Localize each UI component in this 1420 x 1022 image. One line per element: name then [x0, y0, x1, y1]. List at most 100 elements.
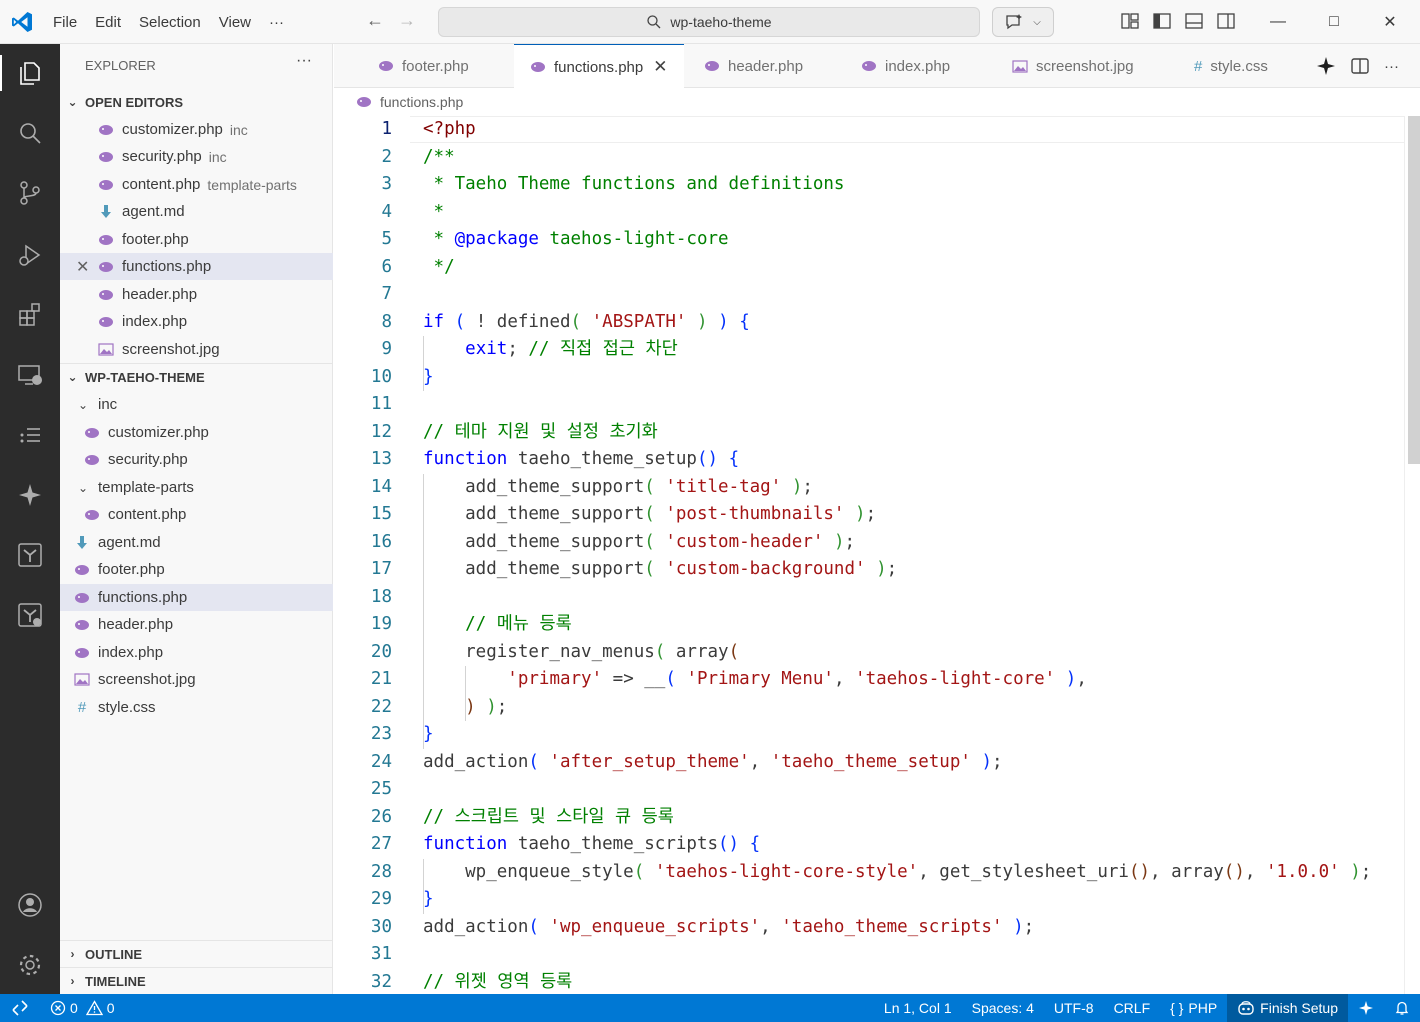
menu-view[interactable]: View	[210, 14, 260, 31]
tab-index[interactable]: index.php	[861, 44, 950, 88]
extensions-icon[interactable]	[0, 291, 60, 339]
code-line[interactable]: 20 register_nav_menus( array(	[334, 639, 1404, 667]
search-icon[interactable]	[0, 109, 60, 157]
tree-file-content[interactable]: content.php	[60, 501, 333, 528]
folder-template-parts[interactable]: ⌄ template-parts	[60, 474, 333, 501]
remote-explorer-icon[interactable]	[0, 351, 60, 399]
tree-file-screenshot[interactable]: screenshot.jpg	[60, 666, 333, 693]
code-line[interactable]: 19 // 메뉴 등록	[334, 611, 1404, 639]
open-editor-item[interactable]: footer.php	[60, 226, 333, 253]
split-editor-icon[interactable]	[1350, 56, 1370, 76]
tab-footer[interactable]: footer.php	[378, 44, 469, 88]
code-line[interactable]: 5 * @package taehos-light-core	[334, 226, 1404, 254]
code-line[interactable]: 14 add_theme_support( 'title-tag' );	[334, 474, 1404, 502]
tree-file-index[interactable]: index.php	[60, 639, 333, 666]
settings-gear-icon[interactable]	[0, 941, 60, 989]
open-editor-item[interactable]: header.php	[60, 281, 333, 308]
open-editor-item[interactable]: agent.md	[60, 198, 333, 225]
code-line[interactable]: 8 if ( ! defined( 'ABSPATH' ) ) {	[334, 309, 1404, 337]
workspace-extension-2-icon[interactable]	[0, 591, 60, 639]
tree-file-customizer[interactable]: customizer.php	[60, 419, 333, 446]
encoding[interactable]: UTF-8	[1044, 1000, 1104, 1016]
close-window-icon[interactable]: ✕	[1362, 0, 1418, 44]
code-line[interactable]: 13 function taeho_theme_setup() {	[334, 446, 1404, 474]
tab-style[interactable]: # style.css	[1194, 44, 1268, 88]
open-editor-item-active[interactable]: ✕ functions.php	[60, 253, 333, 280]
remote-indicator-icon[interactable]	[0, 994, 40, 1022]
toggle-secondary-sidebar-icon[interactable]	[1216, 11, 1236, 31]
copilot-status-sparkle-icon[interactable]	[1348, 1000, 1384, 1016]
code-line[interactable]: 16 add_theme_support( 'custom-header' );	[334, 529, 1404, 557]
tab-header[interactable]: header.php	[704, 44, 803, 88]
cursor-position[interactable]: Ln 1, Col 1	[874, 1000, 962, 1016]
timeline-header[interactable]: › TIMELINE	[60, 968, 333, 994]
code-line[interactable]: 23}	[334, 721, 1404, 749]
minimize-icon[interactable]: —	[1250, 0, 1306, 44]
tree-file-functions[interactable]: functions.php	[60, 584, 333, 611]
more-actions-icon[interactable]: ···	[1384, 58, 1399, 75]
line-ending[interactable]: CRLF	[1104, 1000, 1161, 1016]
notifications-bell-icon[interactable]	[1384, 1000, 1420, 1016]
open-editor-item[interactable]: index.php	[60, 308, 333, 335]
code-line[interactable]: 32 // 위젯 영역 등록	[334, 969, 1404, 995]
breadcrumb-file[interactable]: functions.php	[380, 94, 463, 110]
toggle-primary-sidebar-icon[interactable]	[1152, 11, 1172, 31]
code-line[interactable]: 22 ) );	[334, 694, 1404, 722]
scrollbar-thumb[interactable]	[1408, 116, 1420, 464]
close-icon[interactable]: ✕	[653, 57, 667, 77]
copilot-sparkle-icon[interactable]	[0, 471, 60, 519]
breadcrumb[interactable]: functions.php	[334, 88, 1420, 116]
code-line[interactable]: 29}	[334, 886, 1404, 914]
open-editor-item[interactable]: content.php template-parts	[60, 171, 333, 198]
finish-setup-button[interactable]: Finish Setup	[1227, 994, 1348, 1022]
testing-list-icon[interactable]	[0, 411, 60, 459]
code-line[interactable]: 30 add_action( 'wp_enqueue_scripts', 'tae…	[334, 914, 1404, 942]
code-line[interactable]: 25	[334, 776, 1404, 804]
open-editor-item[interactable]: screenshot.jpg	[60, 336, 333, 363]
code-line[interactable]: 3 * Taeho Theme functions and definition…	[334, 171, 1404, 199]
outline-header[interactable]: › OUTLINE	[60, 941, 333, 967]
open-editor-item[interactable]: customizer.php inc	[60, 116, 333, 143]
code-line[interactable]: 4 *	[334, 199, 1404, 227]
code-line[interactable]: 1 <?php	[334, 116, 1404, 144]
tree-file-agent[interactable]: agent.md	[60, 529, 333, 556]
code-line[interactable]: 18	[334, 584, 1404, 612]
close-icon[interactable]: ✕	[76, 257, 89, 277]
code-line[interactable]: 17 add_theme_support( 'custom-background…	[334, 556, 1404, 584]
code-line[interactable]: 21 'primary' => __( 'Primary Menu', 'tae…	[334, 666, 1404, 694]
code-line[interactable]: 24 add_action( 'after_setup_theme', 'taeh…	[334, 749, 1404, 777]
indentation[interactable]: Spaces: 4	[962, 1000, 1044, 1016]
menu-edit[interactable]: Edit	[86, 14, 130, 31]
workspace-folder-header[interactable]: ⌄ WP-TAEHO-THEME	[60, 364, 333, 390]
folder-inc[interactable]: ⌄ inc	[60, 391, 333, 418]
code-line[interactable]: 31	[334, 941, 1404, 969]
open-editors-header[interactable]: ⌄ OPEN EDITORS	[60, 89, 333, 115]
toggle-panel-icon[interactable]	[1184, 11, 1204, 31]
account-icon[interactable]	[0, 881, 60, 929]
tree-file-header[interactable]: header.php	[60, 611, 333, 638]
code-line[interactable]: 9 exit; // 직접 접근 차단	[334, 336, 1404, 364]
code-line[interactable]: 11	[334, 391, 1404, 419]
code-line[interactable]: 7	[334, 281, 1404, 309]
tab-screenshot[interactable]: screenshot.jpg	[1012, 44, 1134, 88]
code-line[interactable]: 15 add_theme_support( 'post-thumbnails' …	[334, 501, 1404, 529]
tree-file-security[interactable]: security.php	[60, 446, 333, 473]
menu-file[interactable]: File	[44, 14, 86, 31]
code-line[interactable]: 6 */	[334, 254, 1404, 282]
customize-layout-icon[interactable]	[1120, 11, 1140, 31]
code-line[interactable]: 27 function taeho_theme_scripts() {	[334, 831, 1404, 859]
language-mode[interactable]: { } PHP	[1160, 1000, 1227, 1016]
code-line[interactable]: 10}	[334, 364, 1404, 392]
open-editor-item[interactable]: security.php inc	[60, 143, 333, 170]
forward-arrow-icon[interactable]: →	[398, 10, 416, 31]
source-control-icon[interactable]	[0, 169, 60, 217]
back-arrow-icon[interactable]: ←	[366, 10, 384, 31]
code-line[interactable]: 28 wp_enqueue_style( 'taehos-light-core-…	[334, 859, 1404, 887]
problems-indicator[interactable]: 0 0	[50, 1000, 115, 1016]
workspace-extension-icon[interactable]	[0, 531, 60, 579]
code-line[interactable]: 12 // 테마 지원 및 설정 초기화	[334, 419, 1404, 447]
code-line[interactable]: 2 /**	[334, 144, 1404, 172]
code-line[interactable]: 26 // 스크립트 및 스타일 큐 등록	[334, 804, 1404, 832]
tree-file-style[interactable]: # style.css	[60, 694, 333, 721]
editor-scrollbar[interactable]	[1404, 116, 1420, 994]
